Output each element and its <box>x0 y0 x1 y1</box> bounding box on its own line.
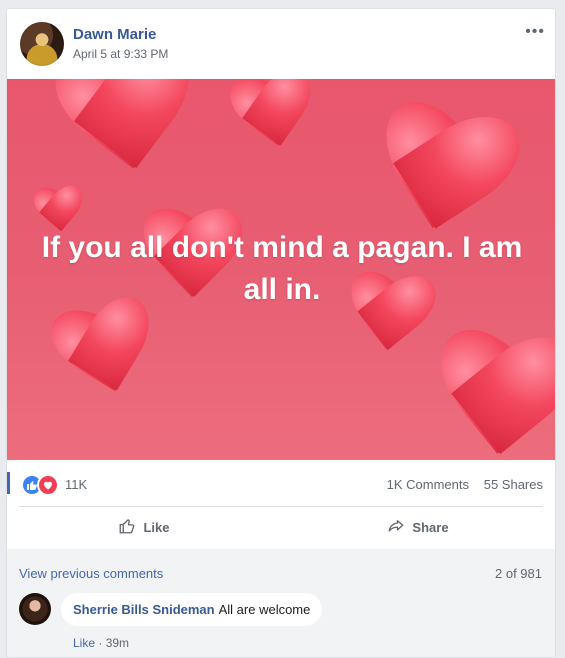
post-stats: 11K 1K Comments 55 Shares <box>7 460 555 506</box>
share-label: Share <box>412 519 449 535</box>
heart-decoration <box>420 327 555 460</box>
post-text: If you all don't mind a pagan. I am all … <box>41 231 523 306</box>
author-name[interactable]: Dawn Marie <box>73 26 156 43</box>
shares-count[interactable]: 55 Shares <box>484 477 543 492</box>
reaction-count[interactable]: 11K <box>65 477 87 492</box>
share-button[interactable]: Share <box>281 507 555 547</box>
post-card: Dawn Marie April 5 at 9:33 PM ••• If you… <box>6 8 556 658</box>
post-background-image: If you all don't mind a pagan. I am all … <box>7 79 555 460</box>
comment-text: All are welcome <box>218 602 311 617</box>
post-header: Dawn Marie April 5 at 9:33 PM ••• <box>7 9 555 79</box>
like-label: Like <box>143 519 170 535</box>
heart-decoration <box>222 79 326 171</box>
comment-bubble: Sherrie Bills Snideman All are welcome <box>61 593 323 626</box>
love-reaction-icon <box>37 474 59 496</box>
thumbs-up-icon <box>118 517 136 538</box>
share-arrow-icon <box>387 517 405 538</box>
comments-section: View previous comments 2 of 981 Sherrie … <box>7 549 555 657</box>
more-options-icon[interactable]: ••• <box>525 23 545 41</box>
comment-meta-separator: · <box>98 636 103 650</box>
commenter-avatar[interactable] <box>19 593 51 625</box>
view-previous-comments-link[interactable]: View previous comments <box>19 566 163 581</box>
author-avatar[interactable] <box>20 22 64 66</box>
focus-accent-bar <box>7 472 10 494</box>
post-timestamp[interactable]: April 5 at 9:33 PM <box>73 47 168 61</box>
comments-count[interactable]: 1K Comments <box>387 477 469 492</box>
like-button[interactable]: Like <box>7 507 281 547</box>
comment-like-link[interactable]: Like <box>73 636 95 650</box>
comment-time[interactable]: 39m <box>106 636 129 650</box>
comment-page-count: 2 of 981 <box>495 566 542 581</box>
comment-meta: Like · 39m <box>73 636 129 650</box>
post-actions: Like Share <box>7 507 555 547</box>
commenter-name[interactable]: Sherrie Bills Snideman <box>73 602 215 617</box>
